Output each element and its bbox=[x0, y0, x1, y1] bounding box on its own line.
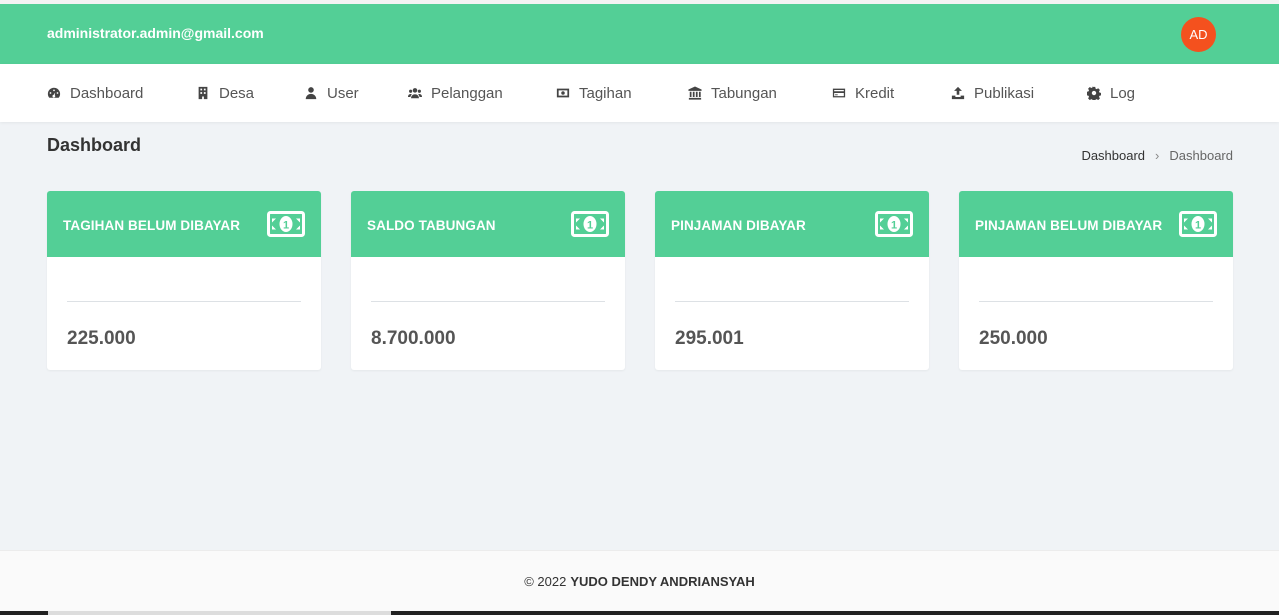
card-divider bbox=[979, 301, 1213, 302]
svg-text:1: 1 bbox=[891, 220, 897, 232]
nav-label-publikasi: Publikasi bbox=[974, 84, 1035, 102]
nav-label-tabungan: Tabungan bbox=[711, 84, 777, 102]
nav-item-kredit[interactable]: Kredit bbox=[832, 83, 894, 103]
breadcrumb: Dashboard › Dashboard bbox=[1081, 148, 1233, 163]
card-value: 225.000 bbox=[67, 328, 136, 349]
card-title: PINJAMAN BELUM DIBAYAR bbox=[975, 218, 1163, 233]
footer-author: YUDO DENDY ANDRIANSYAH bbox=[570, 573, 755, 589]
user-email: administrator.admin@gmail.com bbox=[47, 25, 264, 41]
nav-item-log[interactable]: Log bbox=[1087, 83, 1135, 103]
card-title: SALDO TABUNGAN bbox=[367, 218, 496, 233]
money-icon bbox=[556, 88, 570, 98]
page-title: Dashboard bbox=[47, 135, 142, 155]
nav-item-pelanggan[interactable]: Pelanggan bbox=[408, 83, 503, 103]
svg-text:1: 1 bbox=[283, 220, 289, 232]
bottom-strip-segment bbox=[48, 611, 391, 615]
card-header: SALDO TABUNGAN 1 bbox=[351, 191, 625, 257]
gear-icon bbox=[1087, 86, 1101, 100]
nav-label-kredit: Kredit bbox=[855, 84, 895, 102]
card-title: PINJAMAN DIBAYAR bbox=[671, 218, 806, 233]
card-header: PINJAMAN BELUM DIBAYAR 1 bbox=[959, 191, 1233, 257]
nav-label-log: Log bbox=[1110, 84, 1136, 102]
nav-item-user[interactable]: User bbox=[304, 83, 359, 103]
card-divider bbox=[371, 301, 605, 302]
nav-item-tabungan[interactable]: Tabungan bbox=[688, 83, 777, 103]
card-header: TAGIHAN BELUM DIBAYAR 1 bbox=[47, 191, 321, 257]
nav-item-publikasi[interactable]: Publikasi bbox=[951, 83, 1034, 103]
footer-copyright: © 2022 bbox=[524, 573, 567, 589]
bank-icon bbox=[688, 86, 702, 100]
main-nav: Dashboard Desa User Pelanggan Tagihan Ta… bbox=[0, 64, 1279, 122]
user-icon bbox=[305, 87, 317, 100]
svg-text:1: 1 bbox=[1195, 220, 1201, 232]
credit-card-icon bbox=[832, 88, 846, 98]
building-icon bbox=[198, 86, 208, 100]
users-icon bbox=[408, 88, 422, 99]
upload-icon bbox=[951, 86, 965, 100]
card-value: 295.001 bbox=[675, 328, 744, 349]
top-bar: administrator.admin@gmail.com AD bbox=[0, 4, 1279, 64]
user-avatar[interactable]: AD bbox=[1181, 17, 1216, 52]
nav-label-dashboard: Dashboard bbox=[70, 84, 144, 102]
nav-label-pelanggan: Pelanggan bbox=[431, 84, 503, 102]
card-divider bbox=[67, 301, 301, 302]
tachometer-icon bbox=[47, 87, 61, 98]
breadcrumb-separator: › bbox=[1155, 148, 1160, 163]
card-header: PINJAMAN DIBAYAR 1 bbox=[655, 191, 929, 257]
card-title: TAGIHAN BELUM DIBAYAR bbox=[63, 218, 241, 233]
money-bill-icon: 1 bbox=[267, 211, 305, 237]
nav-item-dashboard[interactable]: Dashboard bbox=[47, 83, 143, 103]
stat-card-pinjaman-belum-dibayar: PINJAMAN BELUM DIBAYAR 1 250.000 bbox=[959, 191, 1233, 370]
stat-card-saldo-tabungan: SALDO TABUNGAN 1 8.700.000 bbox=[351, 191, 625, 370]
stat-card-pinjaman-dibayar: PINJAMAN DIBAYAR 1 295.001 bbox=[655, 191, 929, 370]
nav-item-desa[interactable]: Desa bbox=[196, 83, 254, 103]
nav-item-tagihan[interactable]: Tagihan bbox=[556, 83, 632, 103]
nav-label-tagihan: Tagihan bbox=[579, 84, 632, 102]
breadcrumb-current: Dashboard bbox=[1169, 148, 1233, 163]
nav-label-user: User bbox=[327, 84, 359, 102]
nav-label-desa: Desa bbox=[219, 84, 255, 102]
bottom-strip bbox=[0, 611, 1279, 615]
card-value: 250.000 bbox=[979, 328, 1048, 349]
breadcrumb-link-dashboard[interactable]: Dashboard bbox=[1081, 148, 1145, 163]
money-bill-icon: 1 bbox=[875, 211, 913, 237]
footer: © 2022 YUDO DENDY ANDRIANSYAH bbox=[0, 550, 1279, 611]
card-value: 8.700.000 bbox=[371, 328, 456, 349]
stat-card-tagihan-belum-dibayar: TAGIHAN BELUM DIBAYAR 1 225.000 bbox=[47, 191, 321, 370]
card-divider bbox=[675, 301, 909, 302]
money-bill-icon: 1 bbox=[571, 211, 609, 237]
svg-text:1: 1 bbox=[587, 220, 593, 232]
money-bill-icon: 1 bbox=[1179, 211, 1217, 237]
